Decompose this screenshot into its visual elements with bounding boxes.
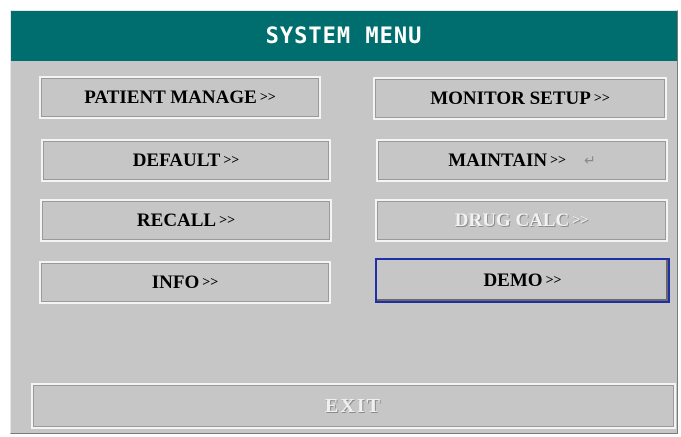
- monitor-setup-label: MONITOR SETUP: [430, 87, 591, 109]
- demo-label: DEMO: [483, 269, 543, 291]
- default-label: DEFAULT: [132, 149, 221, 171]
- recall-arrow: >>: [219, 212, 236, 228]
- info-label: INFO: [151, 271, 200, 293]
- maintain-button[interactable]: MAINTAIN >> ↵: [376, 139, 668, 182]
- maintain-arrow: >>: [550, 152, 567, 168]
- system-menu-window: SYSTEM MENU PATIENT MANAGE >> MONITOR SE…: [10, 10, 678, 434]
- demo-arrow: >>: [545, 272, 562, 288]
- monitor-setup-button[interactable]: MONITOR SETUP >>: [373, 77, 667, 120]
- patient-manage-label: PATIENT MANAGE: [84, 86, 257, 108]
- info-button[interactable]: INFO >>: [39, 261, 331, 304]
- info-arrow: >>: [202, 274, 219, 290]
- patient-manage-arrow: >>: [259, 89, 276, 105]
- drug-calc-button: DRUG CALC >>: [375, 199, 668, 242]
- enter-return-icon: ↵: [584, 152, 596, 169]
- exit-label: EXIT: [325, 394, 382, 417]
- monitor-setup-arrow: >>: [593, 90, 610, 106]
- drug-calc-arrow: >>: [572, 212, 589, 228]
- recall-label: RECALL: [136, 209, 217, 231]
- window-title: SYSTEM MENU: [11, 11, 677, 61]
- default-arrow: >>: [223, 152, 240, 168]
- maintain-label: MAINTAIN: [448, 149, 548, 171]
- default-button[interactable]: DEFAULT >>: [41, 139, 331, 182]
- drug-calc-label: DRUG CALC: [454, 209, 570, 231]
- exit-button[interactable]: EXIT: [31, 383, 676, 429]
- demo-button[interactable]: DEMO >>: [375, 258, 670, 303]
- patient-manage-button[interactable]: PATIENT MANAGE >>: [39, 76, 321, 119]
- recall-button[interactable]: RECALL >>: [40, 199, 332, 242]
